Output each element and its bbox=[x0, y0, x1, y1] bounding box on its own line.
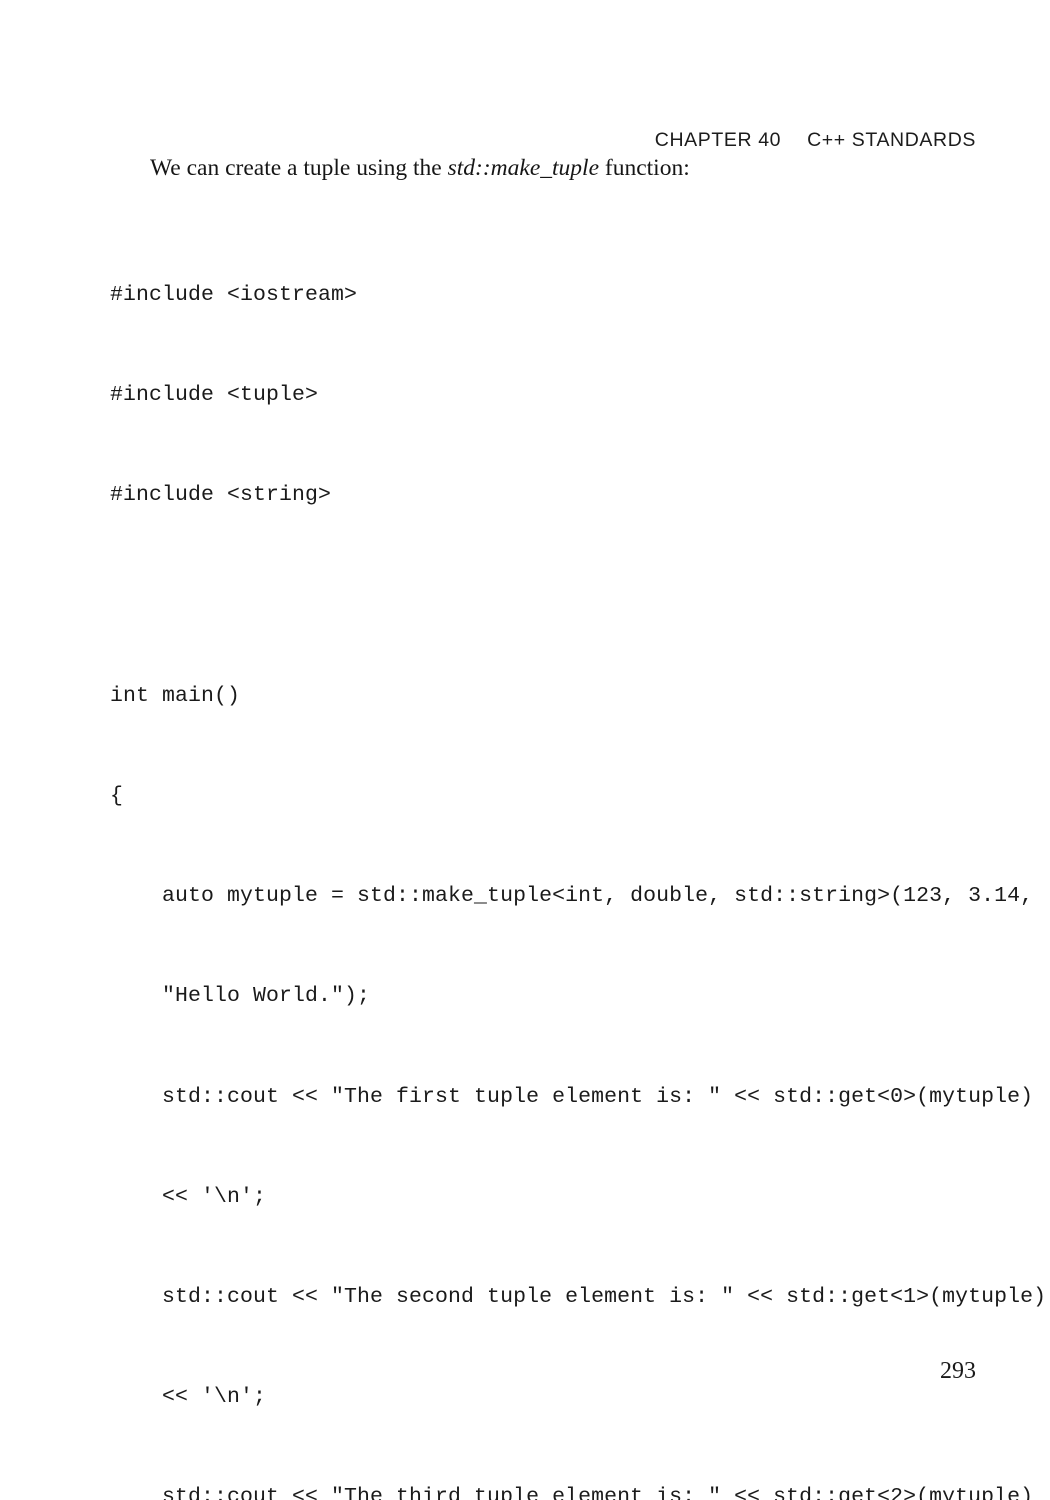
intro-text-before: We can create a tuple using the bbox=[150, 155, 448, 181]
book-page: CHAPTER 40 C++ STANDARDS We can create a … bbox=[0, 0, 1050, 1500]
code-line: std::cout << "The second tuple element i… bbox=[110, 1284, 1047, 1309]
code-block-tuple: #include <iostream> #include <tuple> #in… bbox=[110, 212, 1047, 1500]
code-line: std::cout << "The first tuple element is… bbox=[110, 1084, 1034, 1109]
code-line: int main() bbox=[110, 683, 241, 708]
intro-text-italic: std::make_tuple bbox=[447, 155, 600, 181]
code-line: << '\n'; bbox=[110, 1385, 267, 1410]
code-line: { bbox=[110, 783, 124, 808]
intro-text-after: function: bbox=[599, 155, 690, 181]
code-line: auto mytuple = std::make_tuple<int, doub… bbox=[110, 884, 1034, 909]
page-number: 293 bbox=[940, 1358, 976, 1384]
intro-paragraph: We can create a tuple using the std::mak… bbox=[110, 150, 978, 186]
page-content: We can create a tuple using the std::mak… bbox=[110, 150, 1047, 1500]
code-line: #include <iostream> bbox=[110, 282, 358, 307]
code-line: std::cout << "The third tuple element is… bbox=[110, 1485, 1034, 1500]
running-head-title: C++ STANDARDS bbox=[807, 129, 976, 151]
code-line: << '\n'; bbox=[110, 1184, 267, 1209]
running-head-chapter: CHAPTER 40 bbox=[654, 129, 782, 151]
code-line: #include <string> bbox=[110, 483, 332, 508]
code-line: #include <tuple> bbox=[110, 383, 319, 408]
code-line: "Hello World."); bbox=[110, 984, 371, 1009]
